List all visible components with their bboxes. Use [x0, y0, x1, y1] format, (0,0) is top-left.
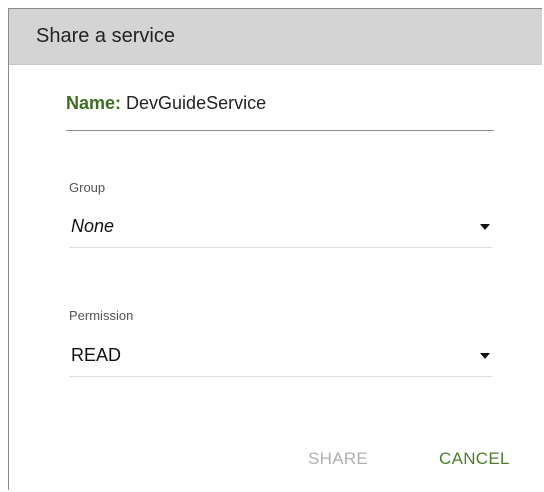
group-select[interactable]: None [69, 216, 492, 248]
dropdown-caret-icon [480, 224, 490, 230]
permission-label: Permission [69, 308, 134, 323]
group-label: Group [69, 180, 106, 195]
share-button[interactable]: SHARE [308, 449, 368, 469]
permission-selected-value: READ [71, 345, 122, 365]
group-selected-value: None [71, 216, 115, 236]
name-label: Name: [66, 93, 127, 113]
share-service-dialog: Share a service Name: DevGuideService Gr… [8, 8, 542, 490]
permission-select[interactable]: READ [69, 345, 492, 377]
name-value: DevGuideService [126, 93, 267, 113]
name-field: Name: DevGuideService [66, 93, 494, 131]
dialog-header: Share a service [9, 9, 542, 65]
cancel-button[interactable]: CANCEL [439, 449, 510, 469]
dialog-title: Share a service [36, 25, 175, 47]
dropdown-caret-icon [480, 353, 490, 359]
